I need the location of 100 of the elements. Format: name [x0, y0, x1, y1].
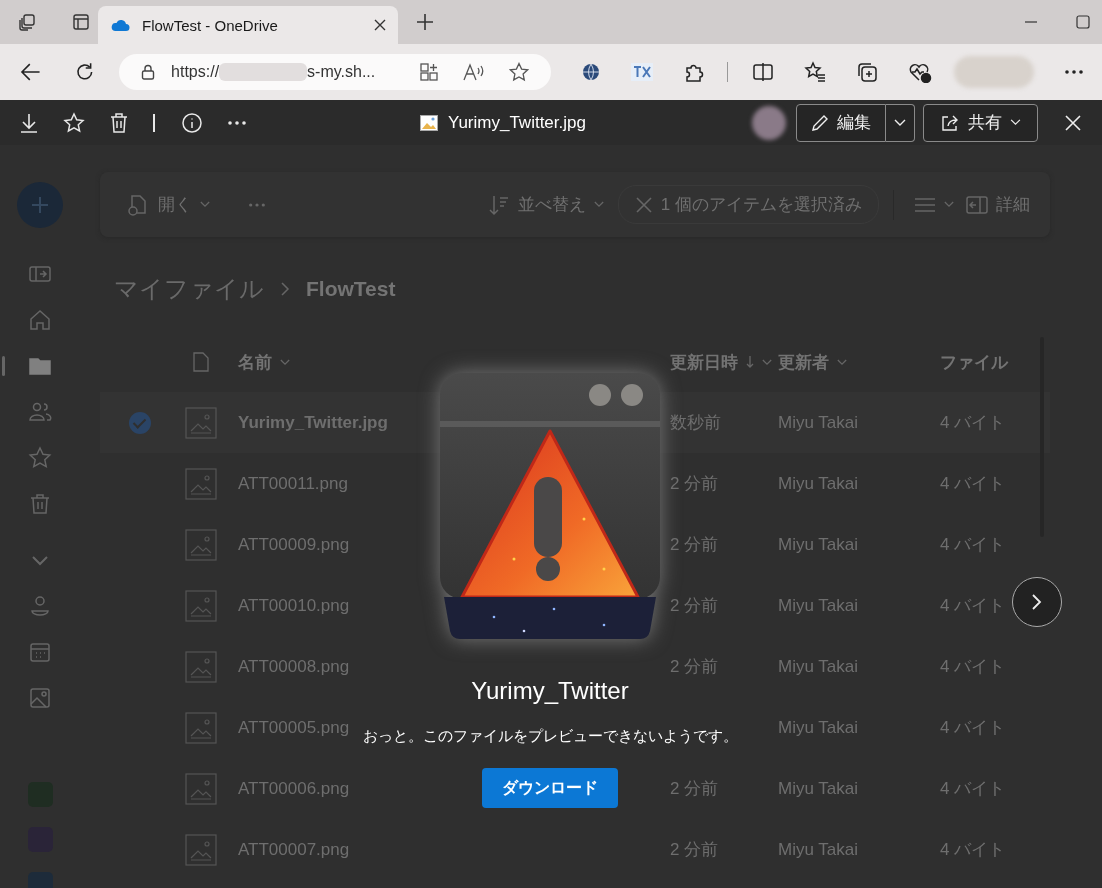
favorites-icon[interactable]	[803, 61, 826, 83]
image-file-icon	[420, 114, 438, 131]
image-thumbnail-icon	[185, 772, 217, 805]
read-aloud-icon[interactable]	[462, 62, 485, 82]
image-thumbnail-icon	[185, 467, 217, 500]
modified-by-cell: Miyu Takai	[778, 473, 858, 494]
delete-icon[interactable]	[109, 111, 129, 134]
collections-icon[interactable]	[855, 61, 878, 83]
image-thumbnail-icon	[185, 833, 217, 866]
download-icon[interactable]	[19, 111, 39, 134]
chevron-icon	[280, 358, 290, 366]
selection-indicator	[2, 356, 5, 376]
image-thumbnail-icon	[185, 528, 217, 561]
chevron-icon	[894, 118, 906, 127]
size-cell-text: 4 バイト	[940, 473, 1006, 495]
details-pane-icon	[966, 194, 988, 215]
column-header[interactable]: 名前	[238, 350, 290, 374]
edit-menu-button[interactable]	[886, 103, 915, 142]
browser-tab[interactable]: FlowTest - OneDrive	[98, 6, 398, 44]
modified-by-cell: Miyu Takai	[778, 534, 858, 555]
file-name-cell[interactable]: ATT00011.png	[238, 473, 348, 494]
more-icon[interactable]	[1064, 69, 1084, 75]
modified-cell-text: 数秒前	[670, 412, 721, 434]
file-name-cell[interactable]: ATT00008.png	[238, 656, 350, 677]
maximize-icon[interactable]	[1076, 15, 1090, 29]
extension-tile-icon[interactable]	[630, 63, 653, 81]
details-button[interactable]: 詳細	[960, 189, 1036, 220]
modified-by-cell: Miyu Takai	[778, 656, 858, 677]
sort-button[interactable]: 並べ替え	[481, 189, 610, 220]
checkbox[interactable]	[129, 411, 151, 434]
file-name-cell[interactable]: ATT00005.png	[238, 717, 350, 738]
share-button[interactable]: 共有	[923, 103, 1038, 142]
pencil-icon	[811, 113, 829, 132]
modified-by-cell: Miyu Takai	[778, 839, 858, 860]
file-name-cell[interactable]: ATT00009.png	[238, 534, 350, 555]
file-name-cell[interactable]: ATT00006.png	[238, 778, 350, 799]
workspaces-icon[interactable]	[18, 13, 36, 31]
column-header[interactable]: 更新日時	[670, 350, 772, 374]
modified-cell-text: 2 分前	[670, 595, 719, 617]
info-icon[interactable]	[181, 111, 203, 134]
chevron-icon	[280, 282, 290, 296]
column-header[interactable]: 更新者	[778, 350, 847, 374]
current-folder: FlowTest	[306, 277, 396, 301]
chevron-icon	[762, 358, 772, 366]
modified-by-cell: Miyu Takai	[778, 717, 858, 738]
chevron-icon	[944, 201, 954, 208]
share-icon	[940, 113, 960, 132]
favorite-icon[interactable]	[508, 62, 529, 82]
list-icon	[914, 195, 936, 214]
column-header[interactable]: ファイル	[940, 350, 1008, 374]
image-thumbnail-icon	[185, 711, 217, 744]
clear-selection-button[interactable]: 1 個のアイテムを選択済み	[617, 185, 879, 224]
new-tab-icon[interactable]	[416, 13, 434, 31]
size-cell-text: 4 バイト	[940, 656, 1006, 678]
modified-cell-text: 2 分前	[670, 656, 719, 678]
image-thumbnail-icon	[185, 406, 217, 439]
file-name-cell[interactable]: Yurimy_Twitter.jpg	[238, 412, 388, 433]
file-name-cell[interactable]: ATT00007.png	[238, 839, 350, 860]
plus-icon	[30, 195, 50, 215]
more-icon[interactable]	[227, 119, 247, 126]
star-icon[interactable]	[28, 446, 52, 470]
modified-by-cell: Miyu Takai	[778, 595, 858, 616]
modified-cell-text: 2 分前	[670, 473, 719, 495]
back-icon[interactable]	[20, 61, 42, 83]
size-cell-text: 4 バイト	[940, 534, 1006, 556]
sort-icon	[487, 193, 510, 216]
cloud-icon	[110, 18, 130, 32]
image-thumbnail-icon	[185, 589, 217, 622]
image-thumbnail-icon	[185, 650, 217, 683]
sort-arrow-icon	[746, 356, 754, 368]
file-type-icon	[193, 352, 209, 372]
chevron-icon	[837, 358, 847, 366]
file-name: Yurimy_Twitter.jpg	[448, 112, 586, 133]
modified-by-cell: Miyu Takai	[778, 412, 858, 433]
size-cell-text: 4 バイト	[940, 717, 1006, 739]
download-button[interactable]: ダウンロード	[482, 768, 618, 808]
lock-icon	[141, 64, 156, 80]
size-cell-text: 4 バイト	[940, 778, 1006, 800]
address-bar[interactable]: https:// s-my.sh...	[119, 54, 551, 90]
next-button[interactable]	[1012, 577, 1062, 627]
chevron-icon	[593, 201, 604, 208]
edit-button[interactable]: 編集	[796, 103, 886, 142]
size-cell-text: 4 バイト	[940, 412, 1006, 434]
preview-title: Yurimy_Twitter	[471, 677, 629, 705]
size-cell-text: 4 バイト	[940, 595, 1006, 617]
modified-by-cell: Miyu Takai	[778, 778, 858, 799]
modified-cell-text: 2 分前	[670, 839, 719, 861]
avatar	[752, 105, 786, 140]
globe-icon[interactable]	[580, 62, 601, 82]
health-icon[interactable]	[907, 61, 932, 83]
split-screen-icon[interactable]	[751, 61, 774, 83]
modified-cell-text: 2 分前	[670, 534, 719, 556]
close-icon[interactable]	[374, 19, 386, 31]
apps-icon[interactable]	[418, 62, 439, 82]
open-button[interactable]: 開く	[120, 188, 216, 221]
tab-actions-icon[interactable]	[72, 13, 90, 31]
file-name-cell[interactable]: ATT00010.png	[238, 595, 350, 616]
star-icon[interactable]	[63, 111, 85, 134]
breadcrumb-link[interactable]: マイファイル	[114, 273, 264, 305]
chevron-icon	[1031, 593, 1043, 611]
